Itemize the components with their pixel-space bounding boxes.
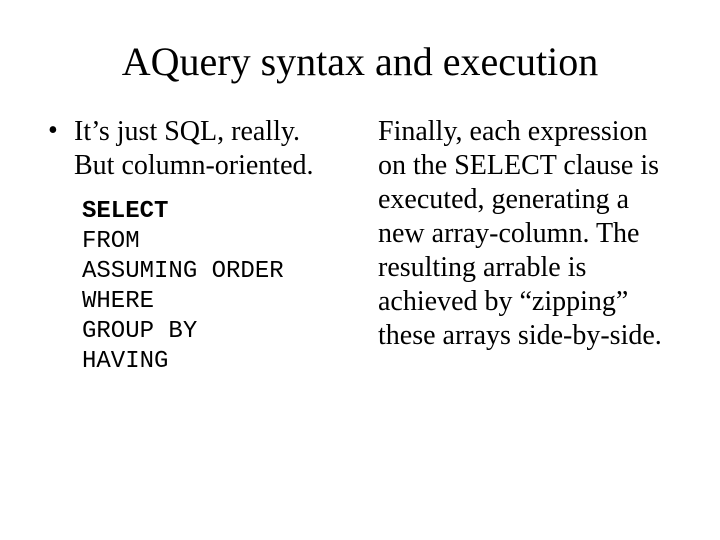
code-line: ASSUMING ORDER — [82, 257, 342, 287]
bullet-text: It’s just SQL, really. But column-orient… — [74, 115, 342, 183]
code-line: GROUP BY — [82, 317, 342, 347]
bullet-item: • It’s just SQL, really. But column-orie… — [48, 115, 342, 183]
slide: AQuery syntax and execution • It’s just … — [0, 0, 720, 540]
right-column: Finally, each expression on the SELECT c… — [378, 115, 672, 377]
columns: • It’s just SQL, really. But column-orie… — [48, 115, 672, 377]
bullet-marker: • — [48, 115, 74, 147]
left-column: • It’s just SQL, really. But column-orie… — [48, 115, 342, 377]
slide-title: AQuery syntax and execution — [48, 38, 672, 85]
code-keyword-select: SELECT — [82, 197, 342, 227]
paragraph-text: Finally, each expression on the SELECT c… — [378, 115, 672, 353]
code-line: HAVING — [82, 347, 342, 377]
code-block: SELECT FROM ASSUMING ORDER WHERE GROUP B… — [82, 197, 342, 377]
code-line: FROM — [82, 227, 342, 257]
code-line: WHERE — [82, 287, 342, 317]
